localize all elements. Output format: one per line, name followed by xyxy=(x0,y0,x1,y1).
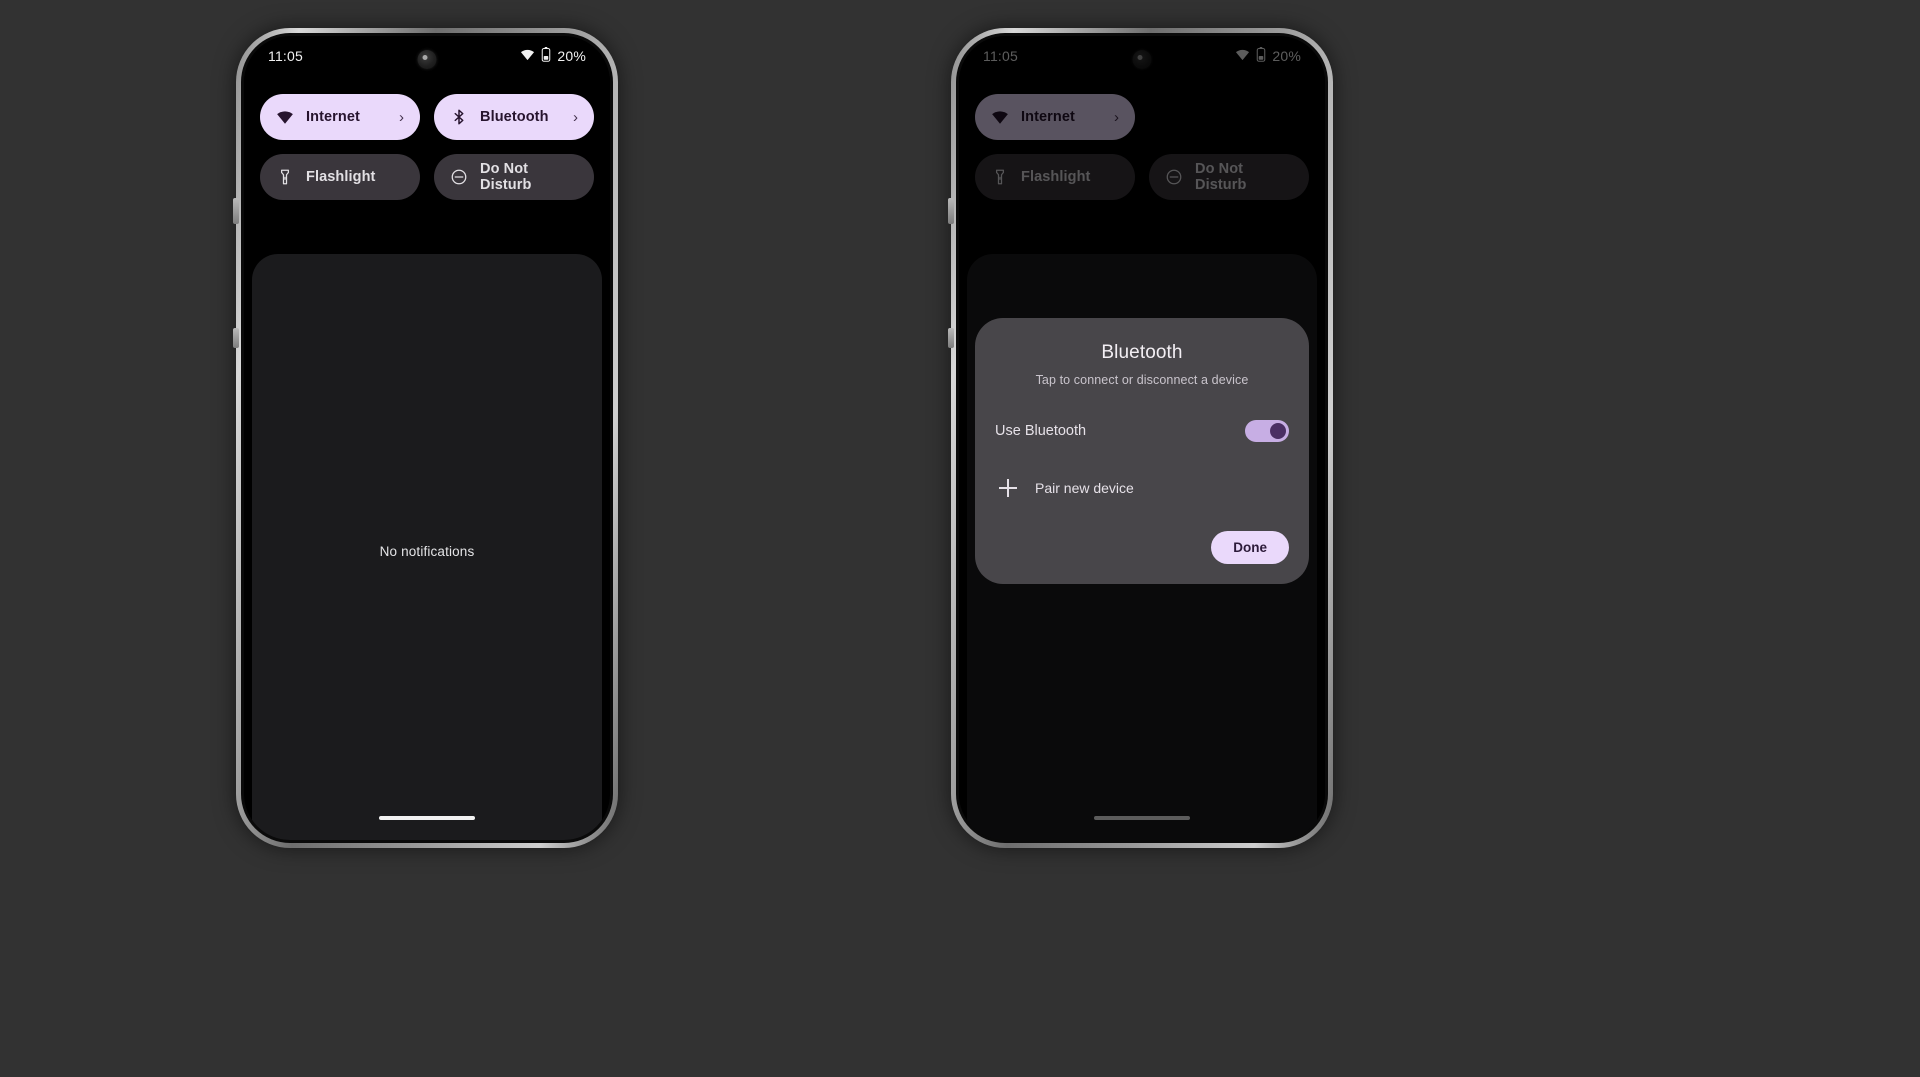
power-button[interactable] xyxy=(233,198,239,224)
volume-button[interactable] xyxy=(233,328,239,348)
status-time: 11:05 xyxy=(268,48,303,64)
dialog-title: Bluetooth xyxy=(1101,342,1183,363)
status-icons: 20% xyxy=(520,47,586,65)
use-bluetooth-label: Use Bluetooth xyxy=(995,423,1087,439)
tile-label-internet: Internet xyxy=(306,109,360,125)
done-button[interactable]: Done xyxy=(1211,531,1289,564)
tile-bluetooth[interactable]: Bluetooth › xyxy=(434,94,594,140)
power-button[interactable] xyxy=(948,198,954,224)
front-camera-icon xyxy=(417,50,437,69)
phone-device-left: 11:05 20% No notifications Internet › Bl… xyxy=(233,28,618,848)
battery-percent: 20% xyxy=(557,48,586,64)
no-notifications-text: No notifications xyxy=(379,544,475,559)
volume-button[interactable] xyxy=(948,328,954,348)
dnd-icon xyxy=(450,168,468,186)
pair-new-device-row[interactable]: Pair new device xyxy=(995,479,1289,497)
home-indicator[interactable] xyxy=(379,816,475,820)
tile-label-flashlight: Flashlight xyxy=(306,169,376,185)
quick-settings-row-2: Flashlight Do Not Disturb xyxy=(260,154,594,200)
phone-screen-right: 11:05 20% xyxy=(959,36,1325,840)
tile-internet[interactable]: Internet › xyxy=(260,94,420,140)
phone-device-right: 11:05 20% xyxy=(948,28,1333,848)
chevron-right-icon[interactable]: › xyxy=(573,109,578,126)
chevron-right-icon[interactable]: › xyxy=(399,109,404,126)
notification-shade-left: No notifications xyxy=(252,254,602,840)
tile-flashlight[interactable]: Flashlight xyxy=(260,154,420,200)
bluetooth-icon xyxy=(450,108,468,126)
wifi-icon xyxy=(520,47,535,65)
screenshot-stage: 11:05 20% No notifications Internet › Bl… xyxy=(0,0,1920,1077)
battery-icon xyxy=(541,47,551,65)
quick-settings-row-1: Internet › Bluetooth › xyxy=(260,94,594,140)
use-bluetooth-row: Use Bluetooth xyxy=(995,420,1289,442)
phone-screen-left: 11:05 20% No notifications Internet › Bl… xyxy=(244,36,610,840)
wifi-icon xyxy=(276,108,294,126)
bluetooth-dialog: Bluetooth Tap to connect or disconnect a… xyxy=(975,318,1309,584)
tile-do-not-disturb[interactable]: Do Not Disturb xyxy=(434,154,594,200)
tile-label-bluetooth: Bluetooth xyxy=(480,109,549,125)
dialog-subtitle: Tap to connect or disconnect a device xyxy=(1035,373,1249,387)
dialog-actions: Done xyxy=(995,531,1289,564)
pair-new-device-label: Pair new device xyxy=(1035,480,1134,496)
phone-bezel: 11:05 20% No notifications Internet › Bl… xyxy=(241,33,613,843)
use-bluetooth-toggle[interactable] xyxy=(1245,420,1289,442)
tile-label-do-not-disturb: Do Not Disturb xyxy=(480,161,532,193)
plus-icon xyxy=(999,479,1017,497)
phone-bezel: 11:05 20% xyxy=(956,33,1328,843)
flashlight-icon xyxy=(276,168,294,186)
quick-settings-left: Internet › Bluetooth › Flashlight Do Not… xyxy=(244,76,610,222)
toggle-knob xyxy=(1270,423,1286,439)
